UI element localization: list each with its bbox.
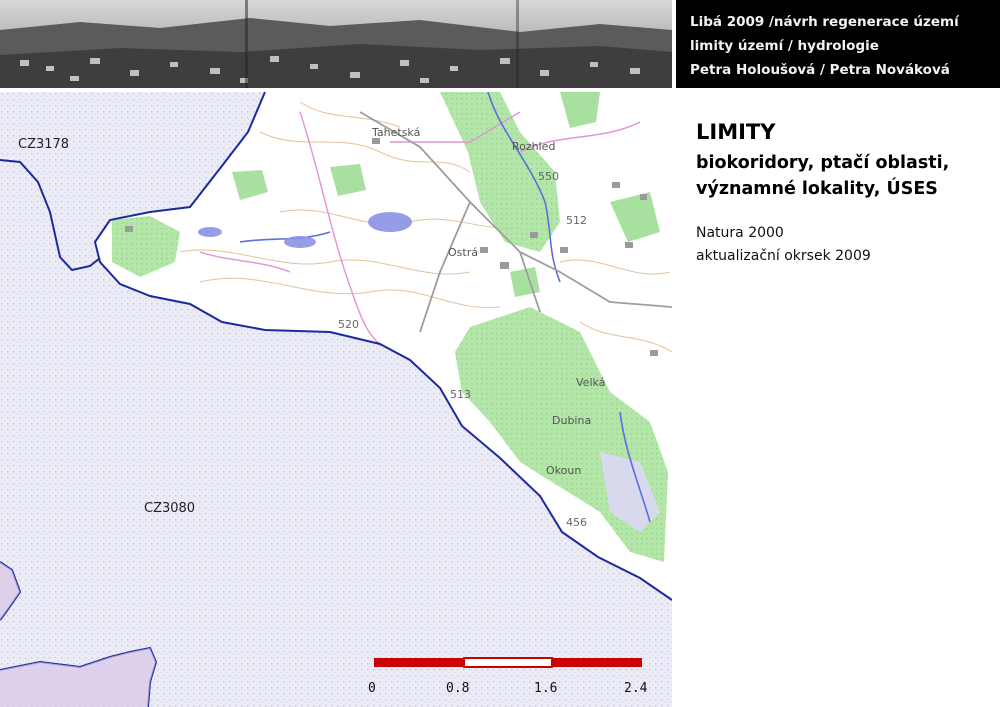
elevation-label: 456 — [566, 516, 587, 529]
scale-tick-1-6: 1.6 — [534, 681, 557, 696]
area-label-cz3080: CZ3080 — [144, 501, 195, 516]
natura-map: CZ3178 CZ3080 Tahetská Rozhled Ostrá Dub… — [0, 92, 672, 707]
area-label-cz3178: CZ3178 — [18, 137, 69, 152]
subtitle-line: významné lokality, ÚSES — [696, 179, 938, 199]
legend-panel: LIMITY biokoridory, ptačí oblasti, význa… — [696, 118, 996, 268]
place-label-dubina: Dubina — [552, 414, 591, 427]
scale-tick-0-8: 0.8 — [446, 681, 469, 696]
description-line-okrsek: aktualizační okrsek 2009 — [696, 248, 871, 264]
header-line-topic: limity území / hydrologie — [690, 38, 879, 54]
subtitle-line: biokoridory, ptačí oblasti, — [696, 153, 950, 173]
place-label-velka: Velká — [576, 376, 605, 389]
project-header: Libá 2009 /návrh regenerace území limity… — [676, 0, 1000, 88]
place-label-ostra: Ostrá — [448, 246, 478, 259]
landscape-photo-strip — [0, 0, 672, 88]
place-label-okoun: Okoun — [546, 464, 581, 477]
elevation-label: 520 — [338, 318, 359, 331]
elevation-label: 513 — [450, 388, 471, 401]
header-line-project: Libá 2009 /návrh regenerace území — [690, 14, 959, 30]
page-title: LIMITY — [696, 120, 776, 144]
scale-tick-0: 0 — [368, 681, 376, 696]
scale-tick-2-4: 2.4 — [624, 681, 648, 696]
place-label-tahetska: Tahetská — [371, 126, 420, 139]
elevation-label: 550 — [538, 170, 559, 183]
header-line-authors: Petra Holoušová / Petra Nováková — [690, 62, 950, 78]
description-line-natura: Natura 2000 — [696, 225, 784, 241]
place-label-rozhled: Rozhled — [512, 140, 555, 153]
elevation-label: 512 — [566, 214, 587, 227]
